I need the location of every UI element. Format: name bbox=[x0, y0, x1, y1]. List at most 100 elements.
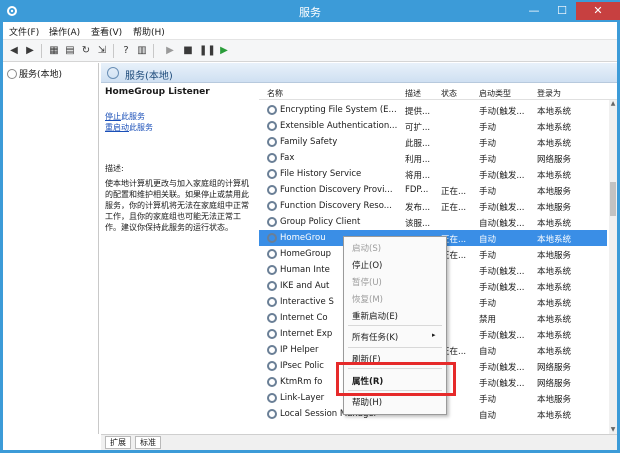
stop-icon[interactable]: ■ bbox=[181, 44, 195, 58]
menu-file[interactable]: 文件(F) bbox=[9, 25, 39, 38]
service-description: 提供... bbox=[405, 107, 431, 117]
export-icon[interactable]: ⇲ bbox=[95, 44, 109, 58]
service-log-on-as: 本地系统 bbox=[537, 299, 572, 309]
console-tree: 服务(本地) bbox=[3, 63, 99, 434]
menu-item-start[interactable]: 启动(S) bbox=[352, 242, 381, 254]
service-gear-icon bbox=[267, 249, 277, 259]
services-icon bbox=[7, 69, 17, 79]
service-startup-type: 手动(触发... bbox=[479, 283, 525, 293]
table-row[interactable]: Fax 利用... 手动 网络服务 bbox=[259, 150, 607, 166]
forward-icon[interactable]: ▶ bbox=[23, 44, 37, 58]
console-tree-icon[interactable]: ▦ bbox=[47, 44, 61, 58]
menu-item-stop[interactable]: 停止(O) bbox=[352, 259, 382, 271]
service-log-on-as: 本地系统 bbox=[537, 171, 572, 181]
details-icon[interactable]: ▥ bbox=[135, 44, 149, 58]
service-log-on-as: 本地系统 bbox=[537, 139, 572, 149]
restart-service-link[interactable]: 重启动 bbox=[105, 123, 129, 132]
service-name: Function Discovery Reso... bbox=[280, 201, 392, 211]
service-log-on-as: 本地系统 bbox=[537, 235, 572, 245]
minimize-button[interactable]: — bbox=[520, 2, 548, 20]
service-name: Fax bbox=[280, 153, 295, 163]
service-startup-type: 手动 bbox=[479, 155, 497, 165]
service-log-on-as: 本地服务 bbox=[537, 395, 572, 405]
tab-extended[interactable]: 扩展 bbox=[105, 436, 131, 449]
menu-item-help[interactable]: 帮助(H) bbox=[352, 396, 382, 408]
service-log-on-as: 本地系统 bbox=[537, 315, 572, 325]
service-log-on-as: 网络服务 bbox=[537, 379, 572, 389]
service-description: 发布... bbox=[405, 203, 431, 213]
services-window: 服务 — ☐ ✕ 文件(F) 操作(A) 查看(V) 帮助(H) ◀ ▶ ▦ ▤… bbox=[0, 0, 620, 453]
stop-service-suffix: 此服务 bbox=[121, 112, 145, 121]
service-gear-icon bbox=[267, 393, 277, 403]
properties-view-icon[interactable]: ▤ bbox=[63, 44, 77, 58]
service-startup-type: 手动 bbox=[479, 395, 497, 405]
service-name: Function Discovery Provi... bbox=[280, 185, 393, 195]
table-row[interactable]: Function Discovery Reso... 发布... 正在... 手动(触… bbox=[259, 198, 607, 214]
menu-action[interactable]: 操作(A) bbox=[49, 25, 80, 38]
service-name: File History Service bbox=[280, 169, 362, 179]
close-button[interactable]: ✕ bbox=[576, 2, 620, 20]
column-name[interactable]: 名称 bbox=[267, 88, 283, 99]
column-log-on-as[interactable]: 登录为 bbox=[537, 88, 561, 99]
toolbar-divider bbox=[113, 44, 114, 58]
scroll-down-icon[interactable]: ▼ bbox=[609, 426, 617, 434]
menu-separator bbox=[348, 325, 442, 326]
menu-item-restart[interactable]: 重新启动(E) bbox=[352, 310, 398, 322]
window-client-area: 文件(F) 操作(A) 查看(V) 帮助(H) ◀ ▶ ▦ ▤ ↻ ⇲ ? ▥ … bbox=[3, 22, 617, 450]
menu-item-pause[interactable]: 暂停(U) bbox=[352, 276, 382, 288]
restart-icon[interactable]: ▶ bbox=[217, 44, 231, 58]
tab-standard[interactable]: 标准 bbox=[135, 436, 161, 449]
service-gear-icon bbox=[267, 281, 277, 291]
table-row[interactable]: Encrypting File System (E... 提供... 手动(触发..… bbox=[259, 102, 607, 118]
service-gear-icon bbox=[267, 153, 277, 163]
restart-service-action: 重启动此服务 bbox=[105, 122, 255, 133]
menu-help[interactable]: 帮助(H) bbox=[133, 25, 165, 38]
table-row[interactable]: File History Service 将用... 手动(触发... 本地系统 bbox=[259, 166, 607, 182]
service-gear-icon bbox=[267, 185, 277, 195]
service-startup-type: 手动(触发... bbox=[479, 379, 525, 389]
service-gear-icon bbox=[267, 361, 277, 371]
service-description: 该服... bbox=[405, 219, 431, 229]
pane-header: 服务(本地) bbox=[101, 63, 617, 83]
table-row[interactable]: Extensible Authentication... 可扩... 手动 本地系统 bbox=[259, 118, 607, 134]
table-row[interactable]: Family Safety 此服... 手动 本地系统 bbox=[259, 134, 607, 150]
service-startup-type: 手动(触发... bbox=[479, 171, 525, 181]
service-name: Extensible Authentication... bbox=[280, 121, 398, 131]
table-row[interactable]: Group Policy Client 该服... 自动(触发... 本地系统 bbox=[259, 214, 607, 230]
service-gear-icon bbox=[267, 201, 277, 211]
service-log-on-as: 本地系统 bbox=[537, 331, 572, 341]
service-startup-type: 手动(触发... bbox=[479, 363, 525, 373]
service-description: 将用... bbox=[405, 171, 431, 181]
service-gear-icon bbox=[267, 169, 277, 179]
menu-item-all-tasks[interactable]: 所有任务(K) bbox=[352, 331, 398, 343]
pane-header-title: 服务(本地) bbox=[125, 71, 173, 82]
back-icon[interactable]: ◀ bbox=[7, 44, 21, 58]
title-bar[interactable]: 服务 — ☐ ✕ bbox=[0, 0, 620, 22]
service-log-on-as: 本地服务 bbox=[537, 251, 572, 261]
service-log-on-as: 本地服务 bbox=[537, 187, 572, 197]
tree-item-services-local[interactable]: 服务(本地) bbox=[7, 67, 62, 80]
refresh-icon[interactable]: ↻ bbox=[79, 44, 93, 58]
menu-view[interactable]: 查看(V) bbox=[91, 25, 122, 38]
description-text: 使本地计算机更改与加入家庭组的计算机的配置和维护相关联。如果停止或禁用此服务，你… bbox=[105, 179, 249, 232]
vertical-scrollbar[interactable]: ▲ ▼ bbox=[609, 100, 617, 434]
scrollbar-thumb[interactable] bbox=[610, 182, 616, 216]
description-label: 描述: bbox=[105, 164, 124, 173]
column-startup-type[interactable]: 启动类型 bbox=[479, 88, 511, 99]
service-log-on-as: 本地系统 bbox=[537, 283, 572, 293]
column-status[interactable]: 状态 bbox=[441, 88, 457, 99]
service-status: 正在... bbox=[441, 203, 467, 213]
stop-service-link[interactable]: 停止 bbox=[105, 112, 121, 121]
pause-icon[interactable]: ❚❚ bbox=[199, 44, 216, 58]
maximize-button[interactable]: ☐ bbox=[548, 2, 576, 20]
menu-item-resume[interactable]: 恢复(M) bbox=[352, 293, 383, 305]
service-startup-type: 手动 bbox=[479, 251, 497, 261]
service-gear-icon bbox=[267, 265, 277, 275]
service-description: 可扩... bbox=[405, 123, 431, 133]
play-icon[interactable]: ▶ bbox=[163, 44, 177, 58]
scroll-up-icon[interactable]: ▲ bbox=[609, 100, 617, 108]
column-description[interactable]: 描述 bbox=[405, 88, 421, 99]
service-startup-type: 手动 bbox=[479, 139, 497, 149]
table-row[interactable]: Function Discovery Provi... FDP... 正在... 手动… bbox=[259, 182, 607, 198]
help-icon[interactable]: ? bbox=[119, 44, 133, 58]
